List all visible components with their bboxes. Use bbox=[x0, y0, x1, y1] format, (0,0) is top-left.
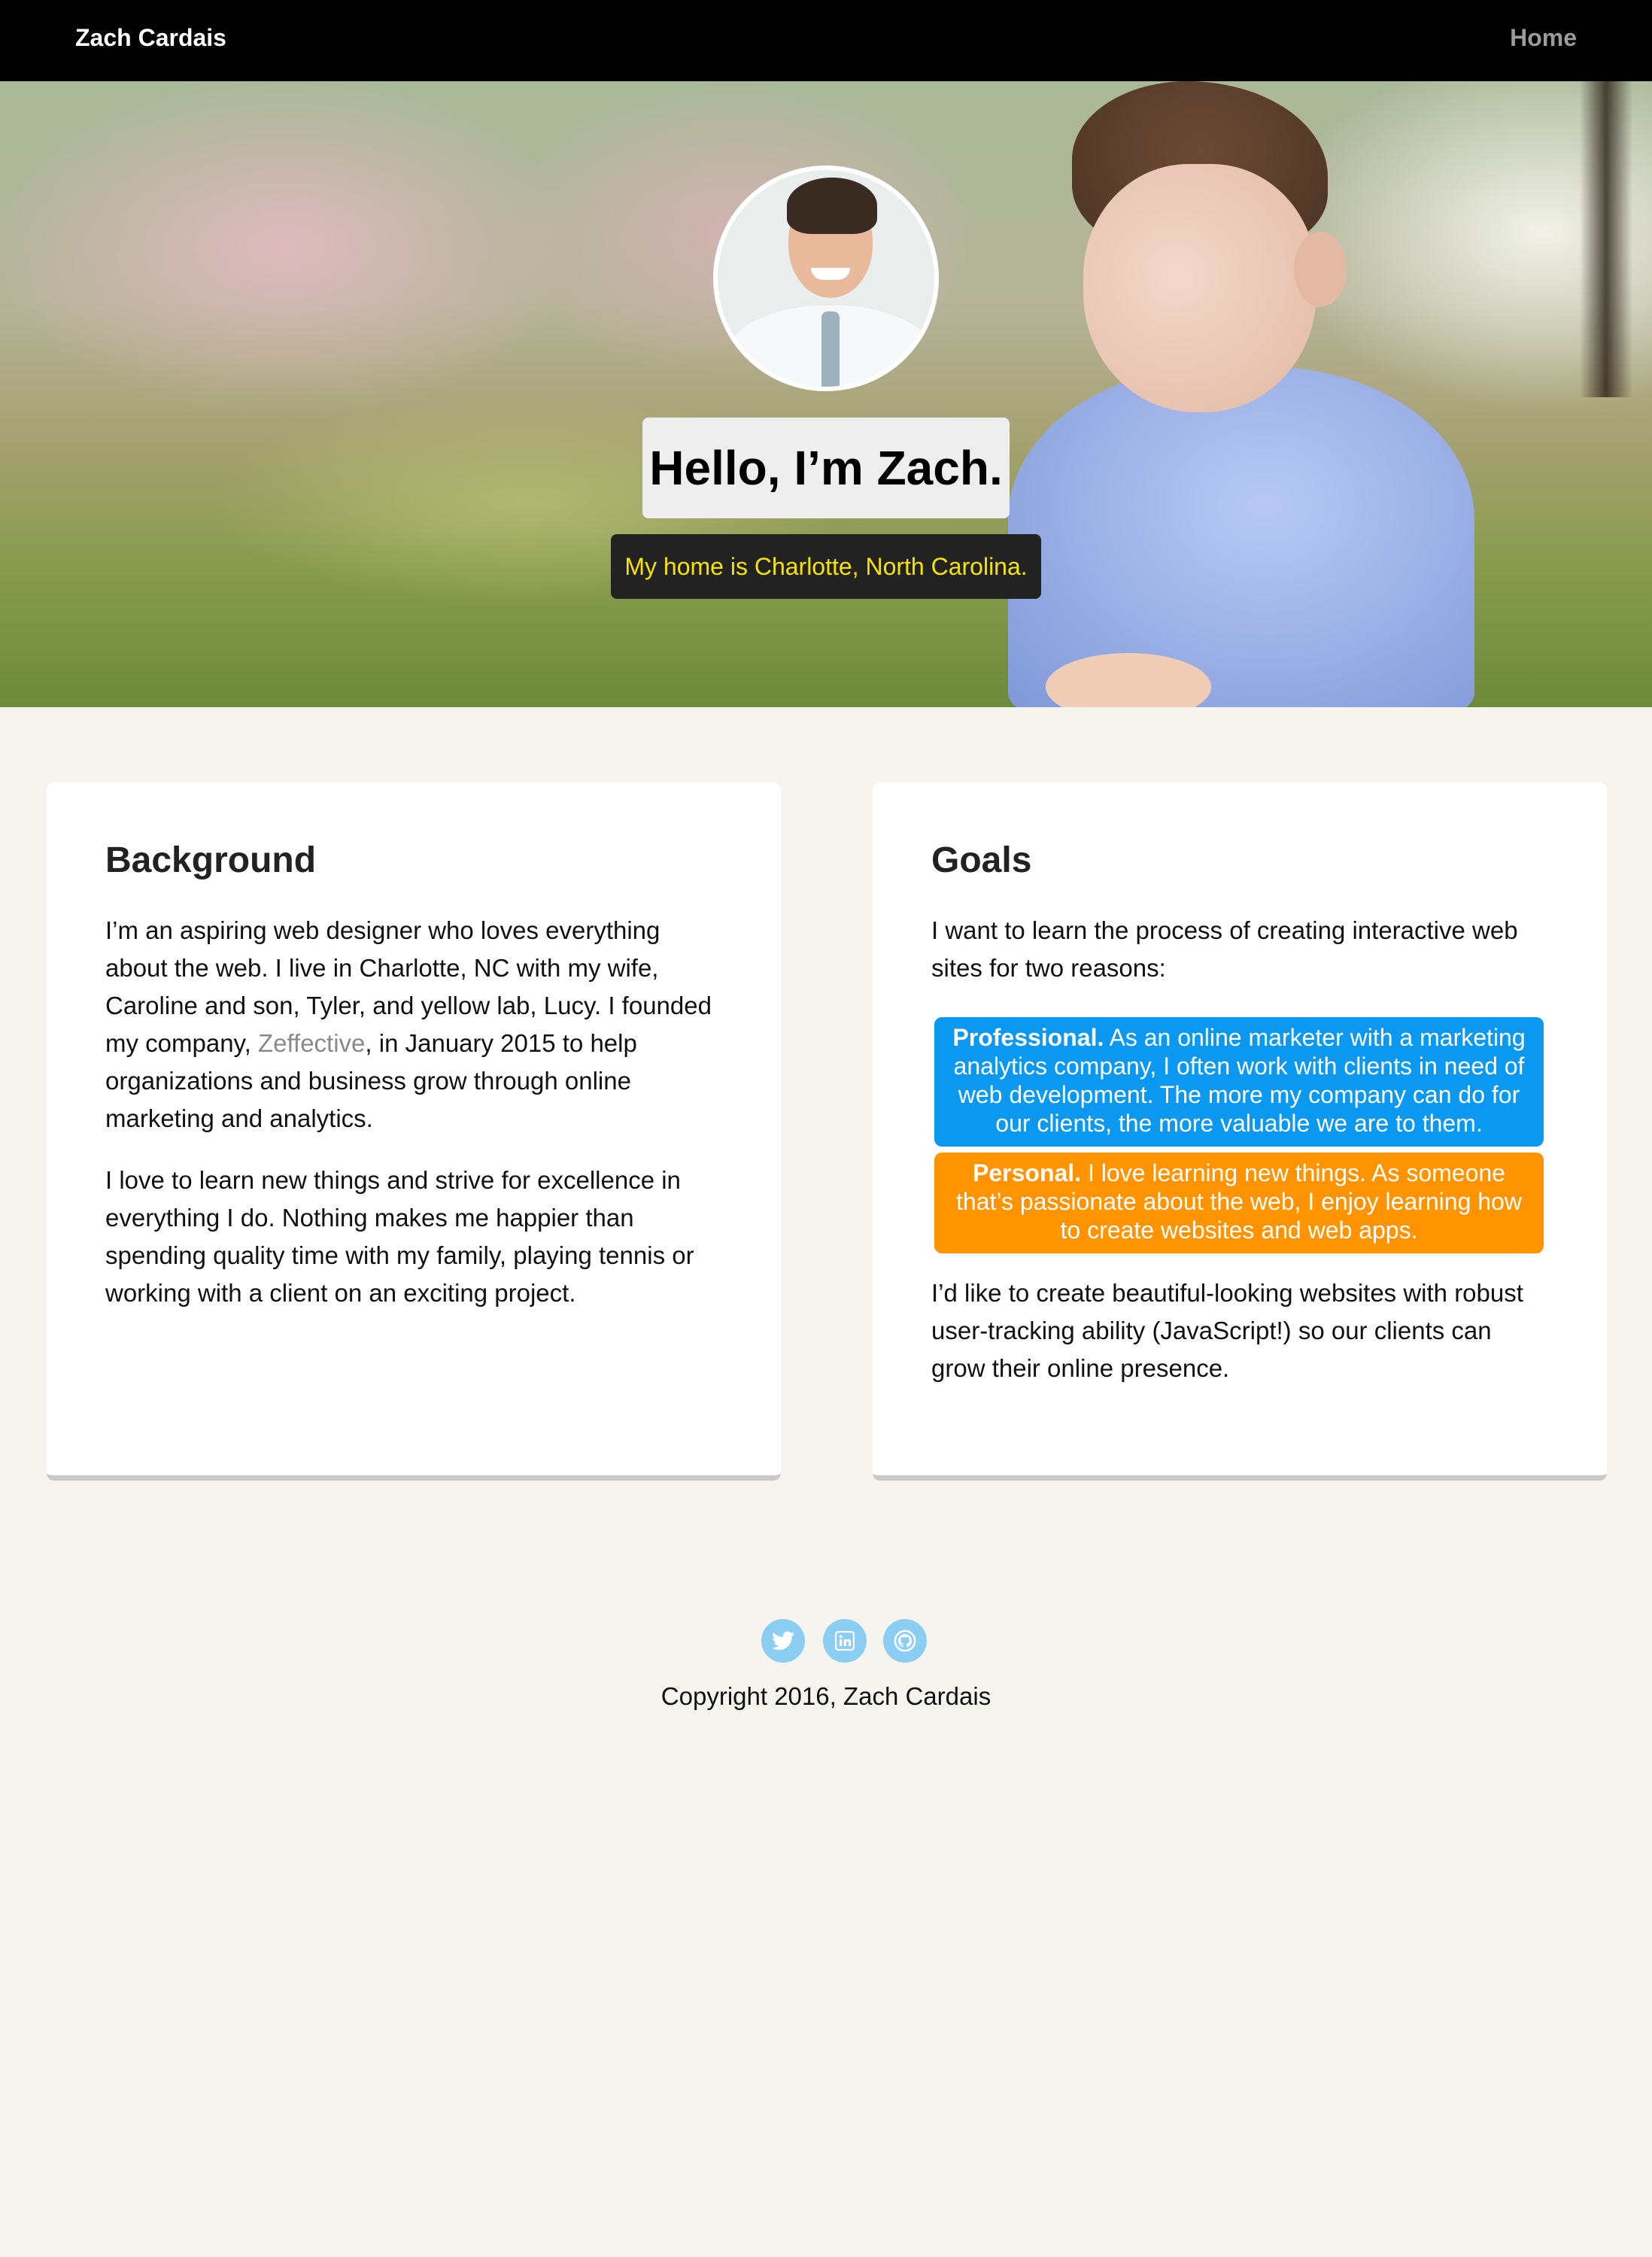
goals-intro: I want to learn the process of creating … bbox=[931, 916, 1518, 982]
zeffective-link[interactable]: Zeffective bbox=[258, 1029, 365, 1057]
copyright-text: Copyright 2016, Zach Cardais bbox=[660, 1682, 992, 1710]
background-card: Background I’m an aspiring web designer … bbox=[47, 782, 781, 1481]
navbar: Zach Cardais Home bbox=[0, 0, 1652, 81]
hero-subtitle: My home is Charlotte, North Carolina. bbox=[611, 534, 1041, 599]
goal-professional: Professional. As an online marketer with… bbox=[934, 1017, 1544, 1147]
background-paragraph-1: I’m an aspiring web designer who loves e… bbox=[105, 916, 712, 1132]
hero-title: Hello, I’m Zach. bbox=[642, 418, 1010, 518]
background-heading: Background bbox=[105, 840, 317, 880]
linkedin-icon bbox=[835, 1631, 855, 1651]
profile-avatar bbox=[713, 166, 939, 391]
background-body: I’m an aspiring web designer who loves e… bbox=[105, 912, 722, 1336]
twitter-link[interactable] bbox=[761, 1619, 805, 1663]
twitter-icon bbox=[772, 1631, 794, 1650]
hero-background-photo-child bbox=[963, 81, 1490, 707]
nav-home-link[interactable]: Home bbox=[1510, 0, 1577, 75]
github-link[interactable] bbox=[883, 1619, 927, 1663]
goal-personal: Personal. I love learning new things. As… bbox=[934, 1153, 1544, 1253]
hero-banner: Hello, I’m Zach. My home is Charlotte, N… bbox=[0, 81, 1652, 707]
goals-card: Goals I want to learn the process of cre… bbox=[873, 782, 1607, 1481]
goals-heading: Goals bbox=[931, 840, 1032, 880]
goals-closing: I’d like to create beautiful-looking web… bbox=[931, 1279, 1523, 1382]
background-paragraph-2: I love to learn new things and strive fo… bbox=[105, 1166, 694, 1307]
brand-link[interactable]: Zach Cardais bbox=[75, 0, 226, 75]
github-icon bbox=[894, 1630, 916, 1652]
hero-background-tree bbox=[1580, 81, 1632, 397]
linkedin-link[interactable] bbox=[823, 1619, 867, 1663]
